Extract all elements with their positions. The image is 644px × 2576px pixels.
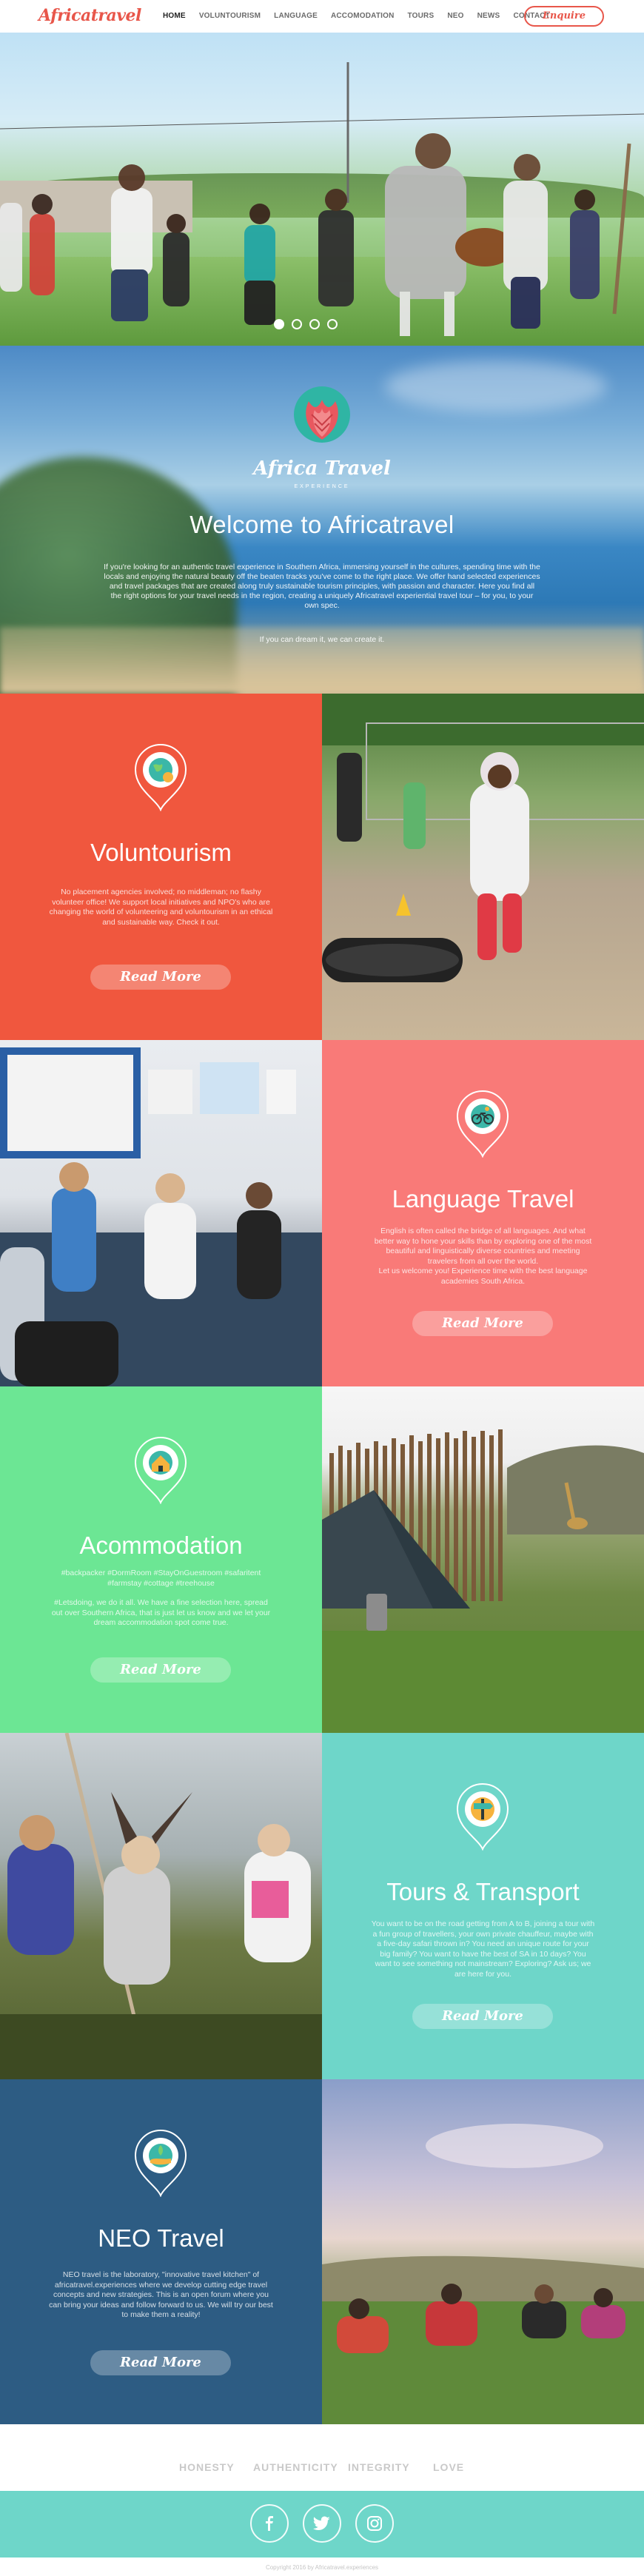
menu-item-voluntourism[interactable]: VOLUNTOURISM [199,12,261,20]
kids-playing-image [322,694,644,982]
social-band [0,2491,644,2557]
hero-slider [0,33,644,346]
instagram-icon[interactable] [355,2504,394,2543]
tours-text: You want to be on the road getting from … [371,1919,595,1979]
menu-item-tours[interactable]: TOURS [408,12,435,20]
group-with-horns-image [0,1733,322,2079]
menu-item-language[interactable]: LANGUAGE [274,12,318,20]
accommodation-text: #Letsdoing, we do it all. We have a fine… [51,1598,271,1627]
neo-photo [322,2079,644,2426]
voluntourism-read-more-button[interactable]: Read More [90,965,231,990]
value-authenticity: AUTHENTICITY [253,2461,338,2473]
welcome-tagline: If you can dream it, we can create it. [259,635,385,644]
globe-icon [134,744,187,811]
hero-photo [0,62,644,336]
voluntourism-photo [322,694,644,1040]
language-text-2: Let us welcome you! Experience time with… [378,1267,588,1286]
classroom-image [0,1047,322,1386]
accommodation-panel: Acommodation #backpacker #DormRoom #Stay… [0,1386,322,1733]
house-icon [134,1437,187,1504]
welcome-cloud [385,360,607,412]
welcome-title: Welcome to Africatravel [189,511,455,538]
slider-dots [274,319,338,329]
hand-plant-icon [134,2130,187,2197]
sunset-group-image [322,2124,644,2426]
menu-item-accomodation[interactable]: ACCOMODATION [331,12,395,20]
language-title: Language Travel [392,1185,574,1212]
voluntourism-panel: Voluntourism No placement agencies invol… [0,694,322,1040]
slider-dot-1[interactable] [274,319,284,329]
language-text: English is often called the bridge of al… [374,1227,592,1266]
bicycle-icon [456,1090,509,1158]
brand-name: Africa Travel [253,457,391,480]
neo-title: NEO Travel [98,2224,224,2252]
language-photo [0,1040,322,1386]
slider-dot-4[interactable] [327,319,338,329]
neo-panel: NEO Travel NEO travel is the laboratory,… [0,2079,322,2426]
tours-title: Tours & Transport [386,1878,580,1905]
voluntourism-title: Voluntourism [90,839,232,866]
top-navigation: Africatravel HOME VOLUNTOURISM LANGUAGE … [0,0,644,33]
tours-read-more-button[interactable]: Read More [412,2004,553,2029]
neo-read-more-button[interactable]: Read More [90,2350,231,2375]
twitter-icon[interactable] [303,2504,341,2543]
value-honesty: HONESTY [179,2461,235,2473]
main-menu: HOME VOLUNTOURISM LANGUAGE ACCOMODATION … [163,12,563,20]
campsite-image [322,1429,644,1733]
menu-item-neo[interactable]: NEO [447,12,463,20]
welcome-text: If you're looking for an authentic trave… [104,563,540,610]
accommodation-photo [322,1386,644,1733]
accommodation-tags: #backpacker #DormRoom #StayOnGuestroom #… [61,1569,261,1588]
values-strip: HONESTY AUTHENTICITY INTEGRITY LOVE [0,2424,644,2491]
tours-photo [0,1733,322,2079]
value-integrity: INTEGRITY [348,2461,410,2473]
signpost-icon [456,1783,509,1851]
copyright-text: Copyright 2016 by Africatravel.experienc… [265,2564,379,2571]
brand-subtitle: EXPERIENCE [294,484,350,489]
slider-dot-2[interactable] [292,319,302,329]
page: Africatravel HOME VOLUNTOURISM LANGUAGE … [0,0,644,2576]
language-read-more-button[interactable]: Read More [412,1311,553,1336]
slider-dot-3[interactable] [309,319,320,329]
value-love: LOVE [433,2461,465,2473]
language-panel: Language Travel English is often called … [322,1040,644,1386]
menu-item-news[interactable]: NEWS [477,12,500,20]
voluntourism-text: No placement agencies involved; no middl… [49,888,273,927]
neo-text: NEO travel is the laboratory, "innovativ… [49,2270,273,2319]
enquire-button[interactable]: Enquire [524,6,604,27]
tours-panel: Tours & Transport You want to be on the … [322,1733,644,2079]
menu-item-home[interactable]: HOME [163,12,186,20]
africa-travel-logo-icon [294,386,350,443]
site-logo[interactable]: Africatravel [38,6,141,25]
accommodation-title: Acommodation [79,1532,243,1559]
facebook-icon[interactable] [250,2504,289,2543]
accommodation-read-more-button[interactable]: Read More [90,1657,231,1683]
